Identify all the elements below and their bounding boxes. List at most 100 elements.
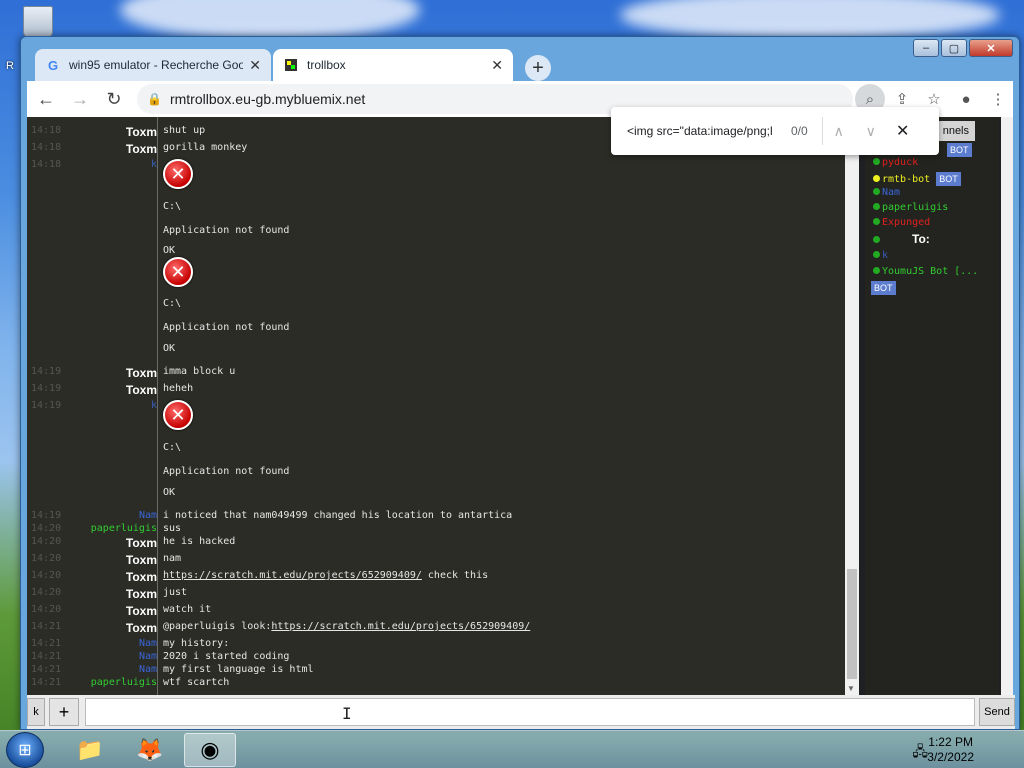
- google-icon: G: [47, 57, 59, 73]
- nickname[interactable]: k: [151, 400, 157, 411]
- clock-time: 1:22 PM: [928, 735, 973, 749]
- nickname[interactable]: paperluigis: [91, 523, 157, 534]
- timestamp: 14:18: [31, 142, 62, 153]
- user-list-scrollbar[interactable]: [1001, 117, 1013, 695]
- timestamp: 14:21: [31, 664, 62, 675]
- tab-strip: G win95 emulator - Recherche Goo ✕ troll…: [27, 45, 919, 81]
- nickname[interactable]: Toxm: [126, 366, 157, 380]
- user-name: rmtb-bot: [882, 174, 931, 185]
- timestamp: 14:18: [31, 125, 62, 136]
- network-icon[interactable]: 🖧: [912, 741, 928, 765]
- send-button[interactable]: Send: [979, 698, 1015, 726]
- message-input[interactable]: [85, 698, 975, 726]
- message-row: 14:18 k: [27, 159, 837, 172]
- nickname[interactable]: Toxm: [126, 383, 157, 397]
- scrollbar-thumb[interactable]: [847, 569, 857, 679]
- timestamp: 14:19: [31, 366, 62, 377]
- user-item[interactable]: paperluigis: [873, 202, 948, 213]
- user-name: k: [882, 250, 889, 261]
- firefox-icon[interactable]: 🦊: [124, 733, 176, 767]
- message-text: i noticed that nam049499 changed his loc…: [163, 510, 513, 521]
- error-text: Application not found: [163, 225, 290, 236]
- chrome-icon[interactable]: ◉: [184, 733, 236, 767]
- user-item[interactable]: YoumuJS Bot [...: [873, 266, 978, 277]
- user-item[interactable]: Expunged: [873, 217, 930, 228]
- file-explorer-icon[interactable]: 📁: [64, 733, 116, 767]
- nickname[interactable]: Toxm: [126, 142, 157, 156]
- message-row: 14:19 Nam i noticed that nam049499 chang…: [27, 510, 837, 523]
- tab-trollbox[interactable]: trollbox ✕: [273, 49, 513, 81]
- start-button[interactable]: ⊞: [6, 732, 44, 768]
- nickname[interactable]: paperluigis: [91, 677, 157, 688]
- timestamp: 14:19: [31, 400, 62, 411]
- bot-badge: BOT: [936, 172, 961, 186]
- find-input[interactable]: <img src="data:image/png;l: [627, 124, 775, 138]
- message-row: 14:21 Nam my first language is html: [27, 664, 837, 677]
- user-item[interactable]: To:: [873, 232, 930, 246]
- message-text: just: [163, 587, 188, 598]
- new-tab-button[interactable]: +: [525, 55, 551, 81]
- nickname[interactable]: Toxm: [126, 125, 157, 139]
- nickname[interactable]: Toxm: [126, 570, 157, 584]
- nickname[interactable]: Nam: [139, 664, 157, 675]
- user-item[interactable]: pyduck: [873, 157, 918, 168]
- online-dot: [873, 158, 880, 165]
- tab-google[interactable]: G win95 emulator - Recherche Goo ✕: [35, 49, 271, 81]
- page-content: 14:18 Toxm shut up 14:18 Toxm gorilla mo…: [27, 107, 1015, 729]
- message-row: 14:21 paperluigis wtf scartch: [27, 677, 837, 690]
- user-item[interactable]: k: [873, 250, 888, 261]
- nickname[interactable]: Toxm: [126, 587, 157, 601]
- close-tab-icon[interactable]: ✕: [491, 57, 503, 74]
- user-item[interactable]: Nam: [873, 187, 900, 198]
- text-cursor-icon: I: [342, 704, 352, 723]
- find-previous-icon[interactable]: ∧: [823, 123, 855, 140]
- k-button[interactable]: k: [27, 698, 45, 726]
- menu-icon[interactable]: ⋮: [983, 84, 1013, 114]
- recycle-bin-icon[interactable]: [18, 6, 58, 40]
- nickname[interactable]: Toxm: [126, 621, 157, 635]
- error-path: C:\: [163, 201, 182, 212]
- nickname[interactable]: Toxm: [126, 553, 157, 567]
- reload-icon[interactable]: ↻: [99, 84, 129, 114]
- clock-date: 3/2/2022: [927, 750, 974, 764]
- timestamp: 14:21: [31, 651, 62, 662]
- nickname[interactable]: k: [151, 159, 157, 170]
- error-icon: ✕: [163, 400, 193, 430]
- chat-scrollbar[interactable]: ▲ ▼: [845, 117, 859, 695]
- user-item[interactable]: rmtb-bot BOT: [873, 172, 961, 186]
- scratch-link[interactable]: https://scratch.mit.edu/projects/6529094…: [271, 621, 530, 632]
- taskbar: ⊞ 📁 🦊 ◉ 🖧 1:22 PM 3/2/2022: [0, 730, 1024, 768]
- timestamp: 14:21: [31, 677, 62, 688]
- scroll-down-icon[interactable]: ▼: [847, 684, 855, 693]
- timestamp: 14:20: [31, 604, 62, 615]
- tab-title: trollbox: [307, 58, 346, 72]
- nickname[interactable]: Toxm: [126, 536, 157, 550]
- message-row: 14:20 Toxm just: [27, 587, 837, 601]
- system-clock[interactable]: 1:22 PM 3/2/2022: [927, 735, 974, 765]
- back-icon[interactable]: ←: [31, 84, 61, 114]
- maximize-button[interactable]: ▢: [941, 39, 967, 57]
- close-tab-icon[interactable]: ✕: [249, 57, 261, 74]
- error-text: Application not found: [163, 466, 290, 477]
- timestamp: 14:20: [31, 587, 62, 598]
- message-row: 14:21 Nam my history:: [27, 638, 837, 651]
- bot-badge: BOT: [947, 143, 972, 157]
- online-dot: [873, 175, 880, 182]
- message-text: he is hacked: [163, 536, 236, 547]
- profile-icon[interactable]: ●: [951, 84, 981, 114]
- add-button[interactable]: +: [49, 698, 79, 726]
- nickname[interactable]: Nam: [139, 651, 157, 662]
- nickname[interactable]: Nam: [139, 638, 157, 649]
- timestamp: 14:21: [31, 638, 62, 649]
- error-ok: OK: [163, 245, 176, 256]
- error-text: Application not found: [163, 322, 290, 333]
- online-dot: [873, 251, 880, 258]
- nickname[interactable]: Nam: [139, 510, 157, 521]
- nickname[interactable]: Toxm: [126, 604, 157, 618]
- close-window-button[interactable]: ✕: [969, 39, 1013, 57]
- timestamp: 14:20: [31, 553, 62, 564]
- scratch-link[interactable]: https://scratch.mit.edu/projects/6529094…: [163, 570, 422, 581]
- forward-icon[interactable]: →: [65, 84, 95, 114]
- find-next-icon[interactable]: ∨: [855, 123, 887, 140]
- find-close-icon[interactable]: ✕: [887, 121, 919, 141]
